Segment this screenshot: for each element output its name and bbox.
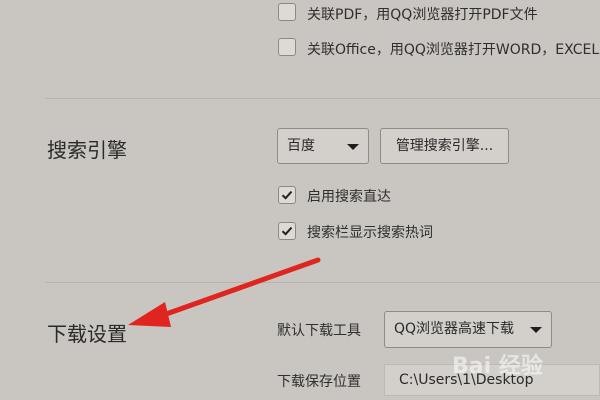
default-download-tool-select[interactable]: QQ浏览器高速下载 [384, 311, 552, 348]
search-direct-label: 启用搜索直达 [307, 189, 391, 205]
search-hotwords-label: 搜索栏显示搜索热词 [307, 225, 433, 241]
manage-search-engines-button[interactable]: 管理搜索引擎... [380, 128, 509, 164]
baidu-watermark: Bai 经验 [452, 354, 543, 379]
chevron-down-icon [530, 327, 542, 333]
download-save-location-label: 下载保存位置 [277, 374, 361, 390]
search-engine-select[interactable]: 百度 [277, 128, 369, 164]
chevron-down-icon [347, 144, 359, 150]
default-download-tool-label: 默认下载工具 [277, 323, 361, 339]
search-engine-selected-value: 百度 [287, 138, 315, 154]
checkmark-icon [281, 190, 293, 200]
pdf-association-label: 关联PDF，用QQ浏览器打开PDF文件 [307, 7, 538, 23]
office-association-label: 关联Office，用QQ浏览器打开WORD，EXCEL [307, 42, 600, 58]
search-hotwords-checkbox[interactable] [278, 222, 296, 240]
section-divider-top [45, 98, 600, 99]
checkmark-icon [281, 226, 293, 236]
default-download-tool-value: QQ浏览器高速下载 [394, 321, 515, 337]
search-direct-checkbox[interactable] [278, 186, 296, 204]
pdf-association-checkbox[interactable] [278, 3, 296, 21]
office-association-checkbox[interactable] [278, 38, 296, 56]
search-engine-section-title: 搜索引擎 [47, 138, 127, 162]
section-divider-bottom [45, 282, 600, 283]
download-settings-section-title: 下载设置 [47, 322, 127, 346]
